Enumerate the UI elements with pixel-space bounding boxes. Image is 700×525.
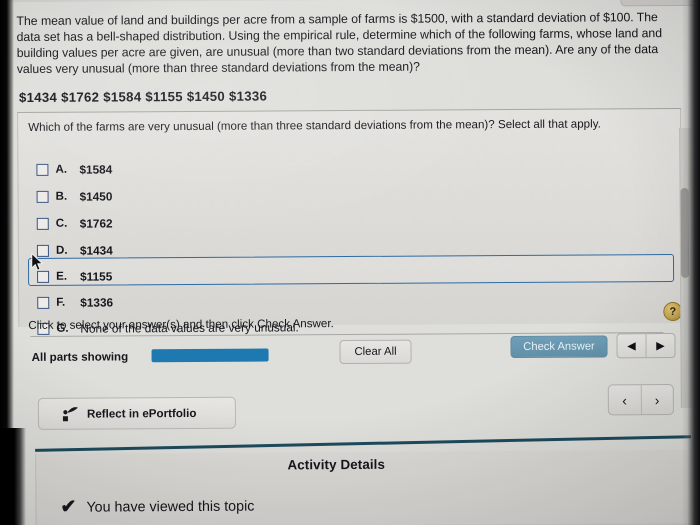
option-value-c: $1762 [79, 215, 113, 231]
option-row-f[interactable]: F. $1336 [37, 292, 113, 311]
option-row-c[interactable]: C. $1762 [36, 213, 113, 232]
option-e-highlight [27, 254, 675, 286]
part-navigation-top[interactable]: ◀ ▶ [616, 333, 676, 359]
reflect-label: Reflect in ePortfolio [86, 406, 197, 421]
checkbox-a[interactable] [36, 163, 49, 176]
checkbox-b[interactable] [36, 190, 49, 203]
parts-progress-bar [151, 348, 269, 363]
answer-instruction: Click to select your answer(s) and then … [28, 317, 334, 332]
activity-details-panel: Activity Details ✔ You have viewed this … [35, 449, 693, 525]
exercise-page: The mean value of land and buildings per… [8, 0, 698, 525]
option-letter-f: F. [56, 295, 66, 309]
activity-details-divider [35, 435, 692, 452]
viewed-topic-row: ✔ You have viewed this topic [60, 496, 255, 518]
option-letter-e: E. [56, 269, 68, 283]
option-letter-d: D. [55, 243, 68, 257]
screen-photo: The mean value of land and buildings per… [0, 0, 700, 525]
exercise-prev-icon[interactable]: ‹ [608, 385, 642, 415]
top-toolbar-icon-stub[interactable] [680, 0, 700, 1]
part-prev-arrow-icon[interactable]: ◀ [617, 334, 647, 358]
checkmark-icon: ✔ [60, 496, 77, 518]
option-value-e: $1155 [80, 268, 113, 284]
question-text: Which of the farms are very unusual (mor… [28, 117, 601, 134]
option-letter-a: A. [55, 162, 68, 176]
option-row-a[interactable]: A. $1584 [36, 159, 112, 178]
checkbox-e[interactable] [37, 270, 50, 283]
checkbox-f[interactable] [37, 296, 50, 309]
exercise-next-icon[interactable]: › [641, 385, 673, 414]
option-letter-b: B. [55, 189, 68, 203]
mouse-cursor-icon [31, 252, 44, 272]
clear-all-button[interactable]: Clear All [339, 339, 412, 365]
option-value-d: $1434 [79, 242, 113, 258]
exercise-navigation-bottom[interactable]: ‹ › [607, 384, 674, 416]
page-scrollbar-thumb[interactable] [680, 187, 690, 278]
reflect-in-eportfolio-button[interactable]: Reflect in ePortfolio [37, 396, 237, 430]
part-next-arrow-icon[interactable]: ▶ [646, 334, 674, 357]
question-panel: Which of the farms are very unusual (mor… [17, 107, 683, 335]
check-answer-button[interactable]: Check Answer [510, 335, 608, 359]
activity-details-title: Activity Details [287, 456, 386, 473]
option-value-f: $1336 [80, 294, 114, 310]
checkbox-c[interactable] [36, 217, 49, 230]
data-values-list: $1434 $1762 $1584 $1155 $1450 $1336 [18, 88, 268, 106]
all-parts-showing-label: All parts showing [31, 350, 129, 364]
option-row-b[interactable]: B. $1450 [36, 186, 113, 205]
option-value-b: $1450 [79, 188, 113, 204]
option-row-e[interactable]: E. $1155 [37, 266, 112, 285]
eportfolio-icon [61, 405, 81, 423]
viewed-topic-text: You have viewed this topic [86, 498, 255, 516]
option-letter-c: C. [55, 216, 68, 230]
option-row-d[interactable]: D. $1434 [36, 240, 113, 259]
option-value-a: $1584 [79, 161, 113, 177]
problem-statement: The mean value of land and buildings per… [16, 10, 663, 77]
